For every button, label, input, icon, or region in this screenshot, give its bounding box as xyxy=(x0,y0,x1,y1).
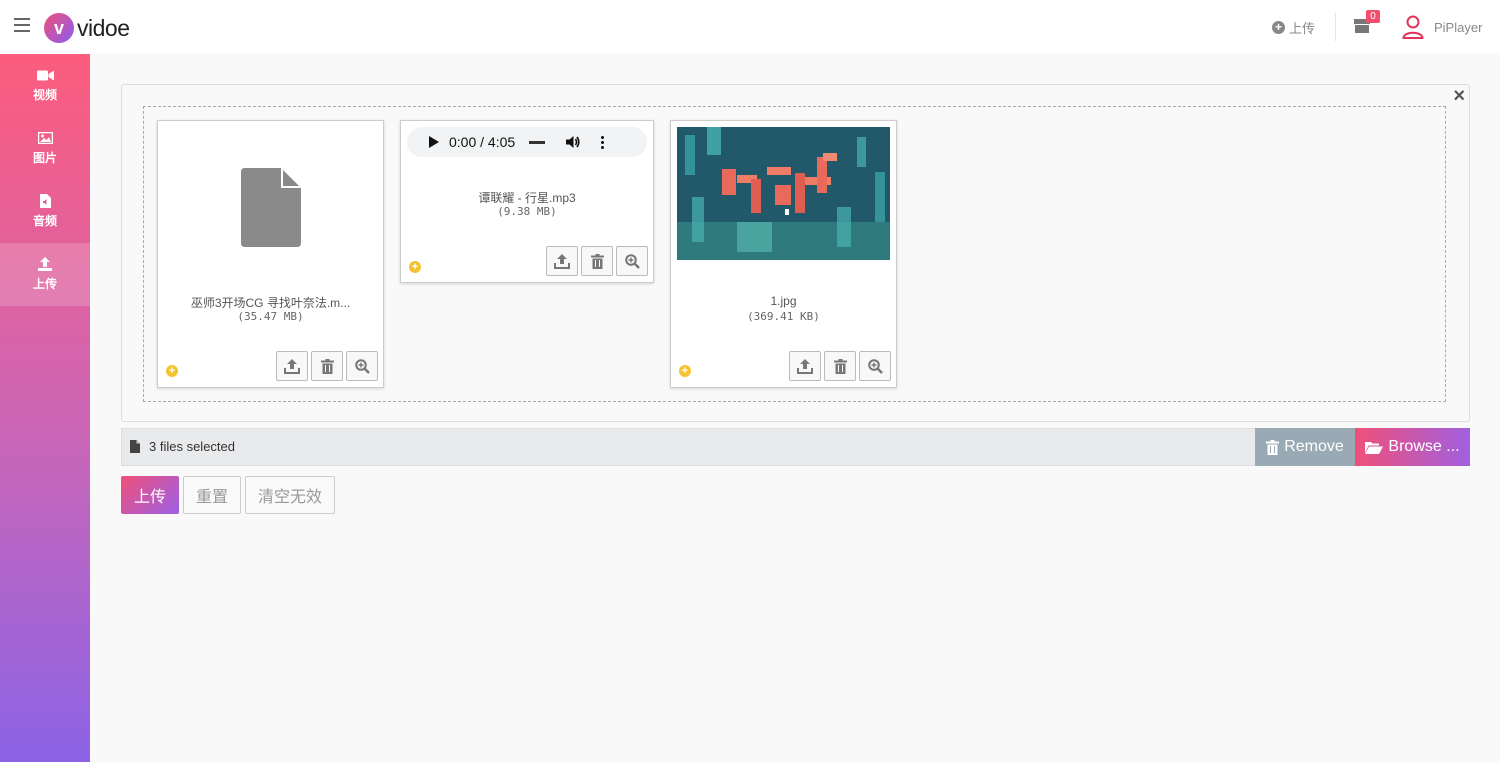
submit-upload-button[interactable]: 上传 xyxy=(121,476,180,514)
remove-label: Remove xyxy=(1284,438,1344,455)
file-actions xyxy=(546,246,648,276)
logo[interactable]: v vidoe xyxy=(44,13,130,43)
sidebar: 视频 图片 音频 上传 xyxy=(0,54,90,762)
file-name: 巫师3开场CG 寻找叶奈法.m... xyxy=(190,296,351,310)
add-icon[interactable]: + xyxy=(409,261,421,273)
image-thumbnail[interactable] xyxy=(677,127,890,260)
file-icon xyxy=(130,440,140,453)
header-divider xyxy=(1335,13,1336,41)
folder-open-icon xyxy=(1365,441,1384,454)
file-caption-bar: 3 files selected Remove Browse ... xyxy=(121,428,1470,466)
top-header: v vidoe + 上传 0 PiPlayer xyxy=(0,0,1500,54)
files-selected-text: 3 files selected xyxy=(149,439,235,454)
sidebar-item-label: 视频 xyxy=(32,88,57,102)
upload-file-button[interactable] xyxy=(276,351,308,381)
zoom-file-button[interactable] xyxy=(616,246,648,276)
logo-mark: v xyxy=(44,13,74,43)
user-menu[interactable]: PiPlayer xyxy=(1402,15,1482,39)
clear-invalid-button[interactable]: 清空无效 xyxy=(245,476,336,514)
more-options-icon[interactable] xyxy=(601,135,605,149)
form-actions: 上传 重置 清空无效 xyxy=(121,476,336,514)
upload-icon xyxy=(38,257,52,271)
sidebar-item-image[interactable]: 图片 xyxy=(0,117,90,180)
add-icon[interactable]: + xyxy=(679,365,691,377)
user-icon xyxy=(1402,15,1424,39)
sidebar-item-video[interactable]: 视频 xyxy=(0,54,90,117)
zoom-in-icon xyxy=(354,358,370,374)
cart-button[interactable]: 0 xyxy=(1354,10,1380,33)
file-size: (369.41 KB) xyxy=(747,310,820,323)
close-icon[interactable]: × xyxy=(1453,85,1465,108)
username: PiPlayer xyxy=(1434,19,1483,35)
trash-icon xyxy=(833,358,847,374)
zoom-file-button[interactable] xyxy=(859,351,891,381)
file-name: 谭联耀 - 行星.mp3 xyxy=(478,191,576,205)
logo-text: vidoe xyxy=(77,14,130,41)
sidebar-item-label: 音频 xyxy=(32,214,57,228)
remove-button[interactable]: Remove xyxy=(1255,428,1355,466)
audio-time: 0:00 / 4:05 xyxy=(449,134,516,150)
sidebar-item-label: 上传 xyxy=(32,277,57,291)
drop-zone[interactable]: 巫师3开场CG 寻找叶奈法.m... (35.47 MB) + 0:00 / 4… xyxy=(143,106,1446,402)
file-preview-card: 0:00 / 4:05 谭联耀 - 行星.mp3 (9.38 MB) + xyxy=(400,120,654,283)
delete-file-button[interactable] xyxy=(581,246,613,276)
sidebar-item-upload[interactable]: 上传 xyxy=(0,243,90,306)
header-upload-label: 上传 xyxy=(1289,21,1316,36)
cart-badge: 0 xyxy=(1366,10,1380,23)
thumbnail-artwork xyxy=(677,127,890,260)
file-caption[interactable]: 3 files selected xyxy=(130,439,235,454)
audio-file-icon xyxy=(39,194,51,208)
zoom-in-icon xyxy=(624,253,640,269)
trash-icon xyxy=(1266,439,1280,455)
sidebar-item-label: 图片 xyxy=(32,151,57,165)
image-icon xyxy=(37,131,53,145)
file-preview-card: 巫师3开场CG 寻找叶奈法.m... (35.47 MB) + xyxy=(157,120,384,388)
browse-button[interactable]: Browse ... xyxy=(1355,428,1470,466)
reset-button[interactable]: 重置 xyxy=(183,476,242,514)
file-actions xyxy=(276,351,378,381)
upload-icon xyxy=(797,358,813,374)
trash-icon xyxy=(590,253,604,269)
file-icon xyxy=(241,168,301,247)
upload-icon xyxy=(554,253,570,269)
audio-player[interactable]: 0:00 / 4:05 xyxy=(407,127,647,157)
browse-label: Browse ... xyxy=(1388,438,1460,455)
delete-file-button[interactable] xyxy=(311,351,343,381)
zoom-in-icon xyxy=(867,358,883,374)
volume-icon[interactable] xyxy=(565,134,581,150)
file-size: (35.47 MB) xyxy=(237,310,304,323)
file-size: (9.38 MB) xyxy=(497,205,557,218)
audio-progress[interactable] xyxy=(529,140,546,144)
delete-file-button[interactable] xyxy=(824,351,856,381)
upload-icon xyxy=(284,358,300,374)
file-preview-card: 1.jpg (369.41 KB) + xyxy=(670,120,897,388)
add-icon[interactable]: + xyxy=(166,365,178,377)
upload-file-button[interactable] xyxy=(546,246,578,276)
trash-icon xyxy=(320,358,334,374)
video-camera-icon xyxy=(36,68,54,82)
header-upload-button[interactable]: + 上传 xyxy=(1272,18,1315,37)
play-icon[interactable] xyxy=(429,136,439,148)
upload-file-button[interactable] xyxy=(789,351,821,381)
file-name: 1.jpg xyxy=(770,294,797,308)
file-actions xyxy=(789,351,891,381)
zoom-file-button[interactable] xyxy=(346,351,378,381)
sidebar-item-audio[interactable]: 音频 xyxy=(0,180,90,243)
file-input-panel: × 巫师3开场CG 寻找叶奈法.m... (35.47 MB) + 0:00 /… xyxy=(121,84,1470,422)
hamburger-menu-icon[interactable] xyxy=(14,18,30,32)
plus-circle-icon: + xyxy=(1272,21,1285,34)
